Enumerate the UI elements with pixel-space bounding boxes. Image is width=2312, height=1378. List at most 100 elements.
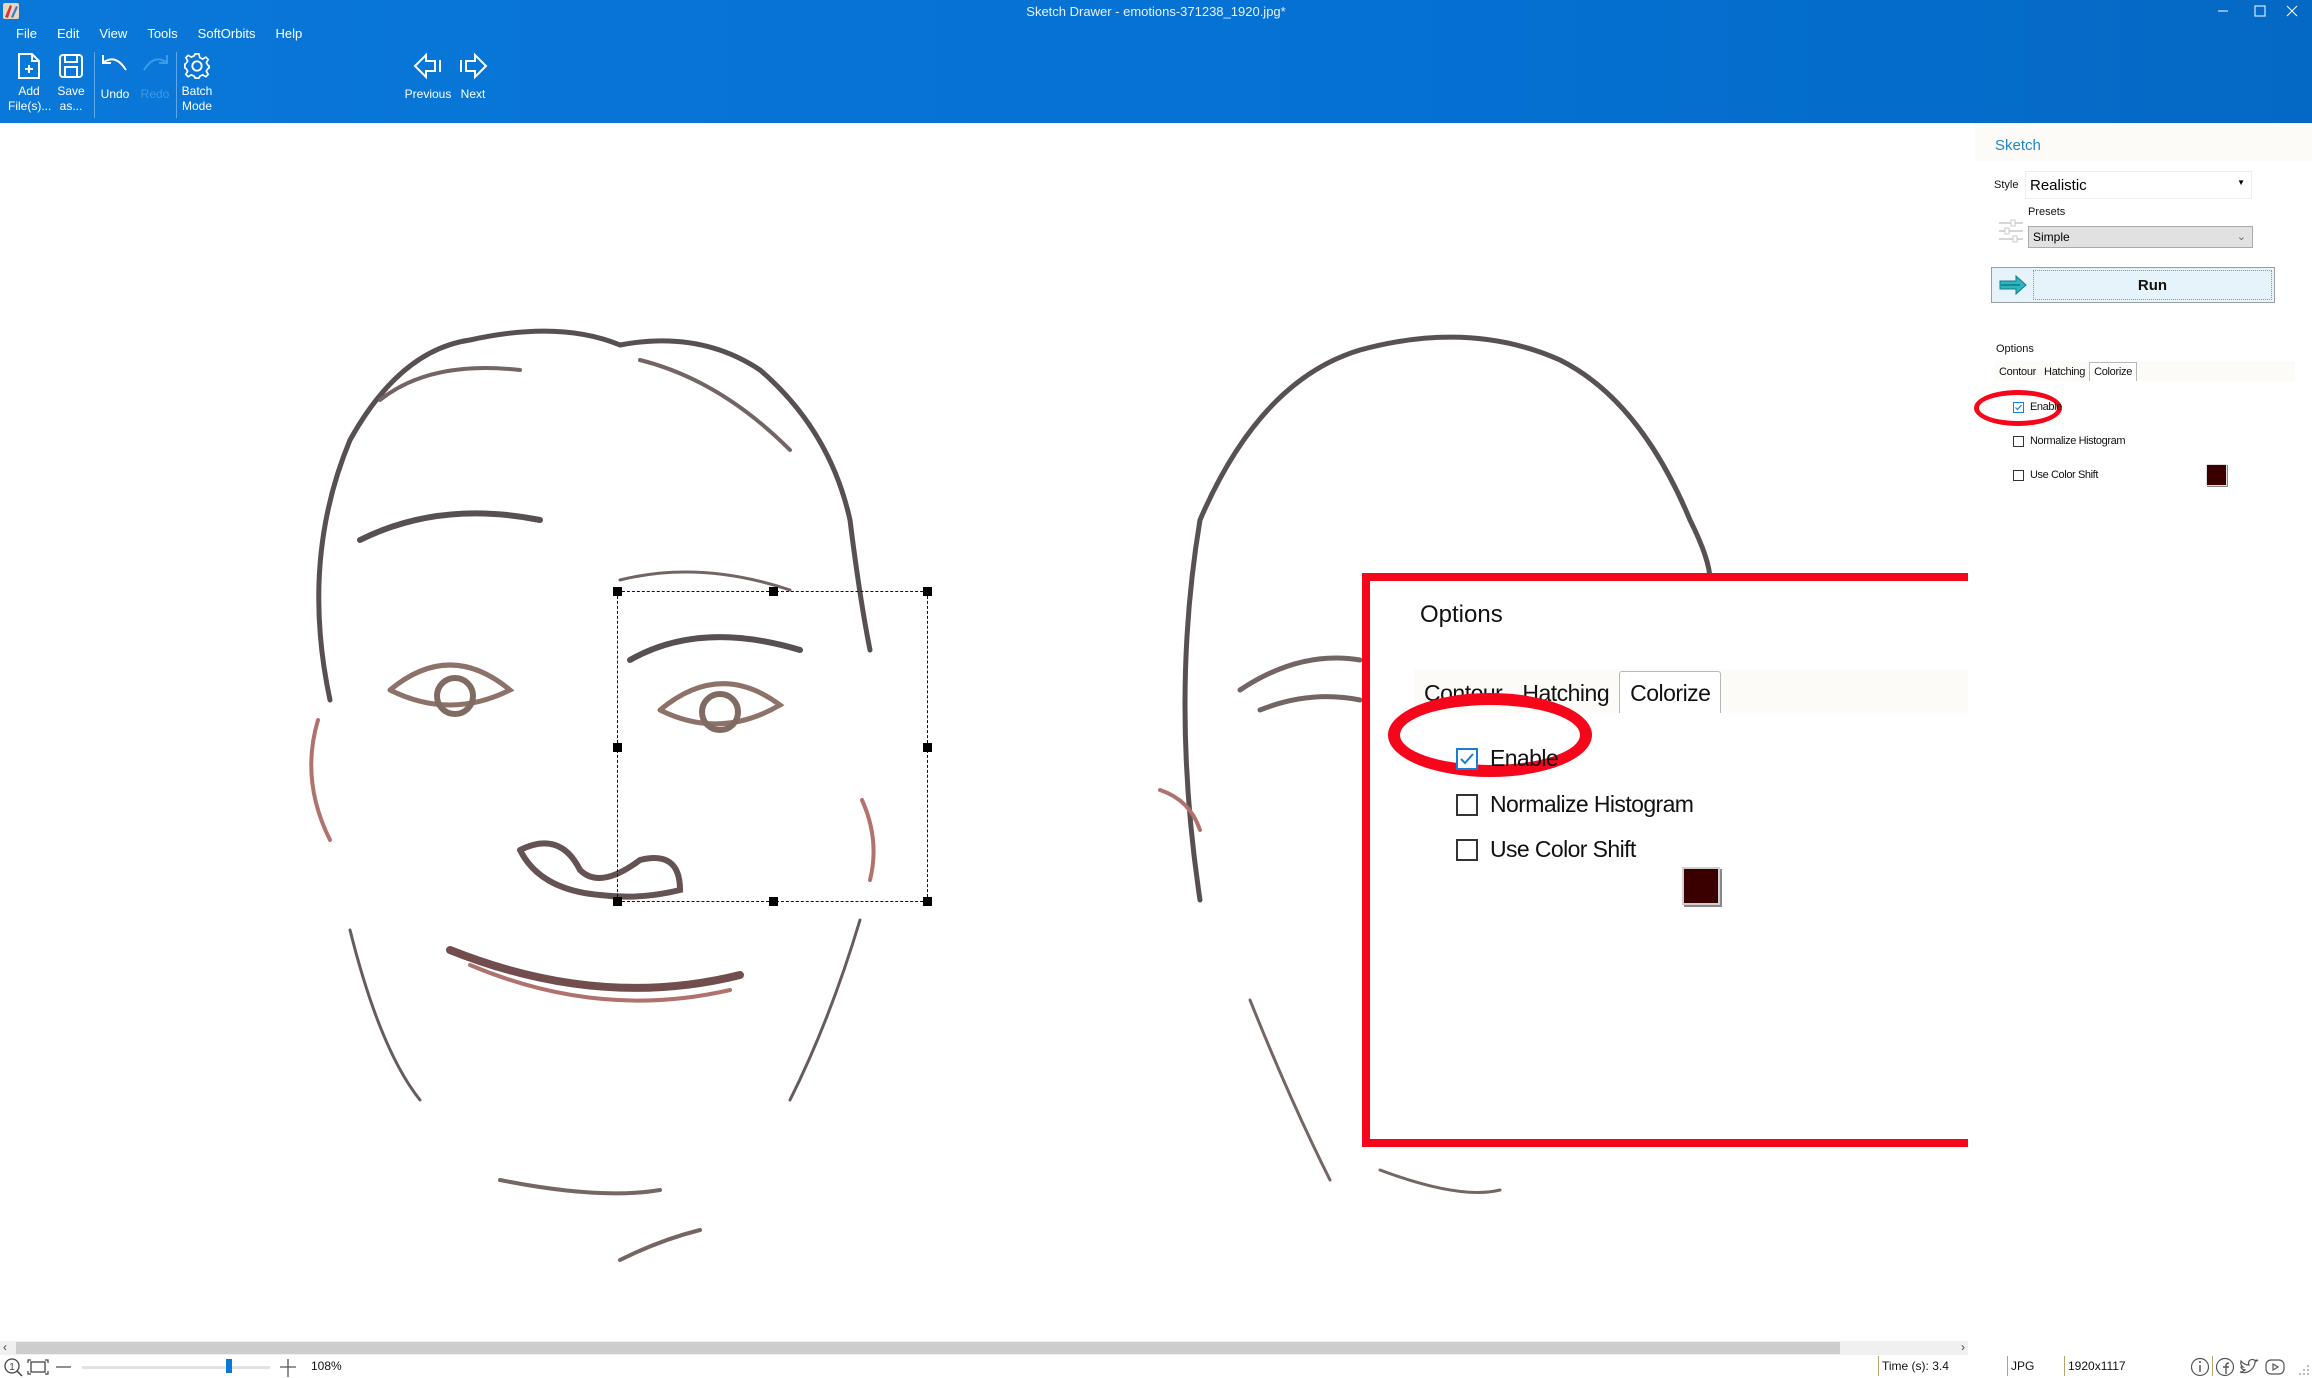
zoom-slider-thumb[interactable] bbox=[225, 1359, 232, 1373]
sketch-stroke bbox=[618, 570, 792, 592]
tab-hatching[interactable]: Hatching bbox=[2040, 366, 2089, 381]
presets-sliders-icon bbox=[1999, 219, 2023, 243]
undo-label: Undo bbox=[100, 87, 130, 101]
save-as-button[interactable]: Save as... bbox=[54, 52, 88, 114]
fit-to-window-icon[interactable] bbox=[27, 1359, 49, 1375]
redo-icon bbox=[143, 55, 168, 71]
style-label: Style bbox=[1994, 179, 2019, 191]
callout-normalize-histogram-checkbox[interactable]: Normalize Histogram bbox=[1456, 791, 1694, 818]
callout-enable-label: Enable bbox=[1490, 745, 1559, 771]
tab-colorize[interactable]: Colorize bbox=[2089, 362, 2138, 381]
callout-tab-colorize[interactable]: Colorize bbox=[1619, 671, 1722, 713]
resize-grip-icon[interactable] bbox=[2298, 1364, 2310, 1376]
callout-color-shift-checkbox[interactable]: Use Color Shift bbox=[1456, 836, 1636, 863]
options-callout-zoom: Options Contour Hatching Colorize Enable… bbox=[1362, 573, 1968, 1147]
enable-checkbox[interactable]: Enable bbox=[2013, 401, 2062, 413]
info-icon[interactable] bbox=[2190, 1357, 2210, 1377]
run-button[interactable]: Run bbox=[1991, 267, 2275, 303]
undo-button[interactable]: Undo bbox=[98, 52, 132, 102]
undo-icon bbox=[102, 55, 127, 71]
actual-size-zoom-icon[interactable]: 1 bbox=[3, 1357, 23, 1377]
resize-handle-top-right[interactable] bbox=[923, 587, 932, 596]
sketch-stroke bbox=[1158, 788, 1202, 832]
resize-handle-top-left[interactable] bbox=[613, 587, 622, 596]
use-color-shift-label: Use Color Shift bbox=[2030, 469, 2098, 481]
color-shift-swatch[interactable] bbox=[2206, 464, 2227, 486]
selection-rectangle[interactable] bbox=[613, 587, 932, 906]
run-label: Run bbox=[2033, 270, 2272, 300]
enable-label: Enable bbox=[2030, 401, 2062, 413]
tab-contour[interactable]: Contour bbox=[1995, 366, 2040, 381]
batch-mode-button[interactable]: Batch Mode bbox=[178, 52, 216, 114]
horizontal-scrollbar[interactable]: ‹ › bbox=[0, 1340, 1968, 1355]
youtube-icon[interactable] bbox=[2264, 1357, 2286, 1377]
options-label: Options bbox=[1996, 343, 2034, 355]
minimize-icon bbox=[2218, 10, 2228, 12]
scroll-right-arrow-icon[interactable]: › bbox=[1961, 1340, 1965, 1354]
facebook-icon[interactable] bbox=[2215, 1357, 2235, 1377]
scroll-left-arrow-icon[interactable]: ‹ bbox=[3, 1340, 7, 1354]
save-icon bbox=[59, 54, 83, 78]
callout-enable-checkbox[interactable]: Enable bbox=[1456, 745, 1559, 772]
status-bar: 1 108% Time (s): 3.4 JPG 1920x1117 bbox=[0, 1356, 2312, 1378]
status-divider bbox=[2007, 1356, 2008, 1376]
file-format: JPG bbox=[2011, 1359, 2035, 1373]
zoom-out-icon[interactable] bbox=[56, 1362, 72, 1372]
zoom-in-icon[interactable] bbox=[278, 1357, 298, 1377]
checkbox-unchecked-icon bbox=[1456, 793, 1478, 816]
run-arrow-icon bbox=[1999, 274, 2027, 296]
batch-mode-label-2: Mode bbox=[181, 99, 213, 113]
previous-button[interactable]: Previous bbox=[404, 52, 452, 102]
menu-help[interactable]: Help bbox=[273, 26, 311, 41]
sketch-stroke bbox=[1237, 655, 1363, 713]
sketch-stroke bbox=[378, 358, 792, 452]
resize-handle-bottom-left[interactable] bbox=[613, 897, 622, 906]
redo-button[interactable]: Redo bbox=[138, 52, 172, 102]
normalize-histogram-label: Normalize Histogram bbox=[2030, 435, 2126, 447]
twitter-icon[interactable] bbox=[2238, 1357, 2260, 1377]
presets-dropdown[interactable]: Simple ⌄ bbox=[2028, 226, 2253, 248]
resize-handle-left[interactable] bbox=[613, 743, 622, 752]
menu-edit[interactable]: Edit bbox=[55, 26, 88, 41]
save-as-label-1: Save bbox=[57, 84, 85, 98]
resize-handle-right[interactable] bbox=[923, 743, 932, 752]
style-value: Realistic bbox=[2030, 176, 2087, 194]
resize-handle-bottom-right[interactable] bbox=[923, 897, 932, 906]
add-files-label-2: File(s)... bbox=[8, 99, 52, 113]
scrollbar-thumb[interactable] bbox=[16, 1342, 1840, 1354]
window-title: Sketch Drawer - emotions-371238_1920.jpg… bbox=[1026, 4, 1286, 19]
batch-mode-label-1: Batch bbox=[181, 84, 213, 98]
status-divider bbox=[1878, 1356, 1879, 1376]
zoom-slider-track[interactable] bbox=[82, 1366, 270, 1369]
callout-color-swatch[interactable] bbox=[1682, 867, 1720, 905]
resize-handle-top[interactable] bbox=[769, 587, 778, 596]
next-label: Next bbox=[460, 87, 486, 101]
close-icon bbox=[2286, 5, 2298, 17]
next-arrow-icon bbox=[460, 52, 488, 80]
image-dimensions: 1920x1117 bbox=[2068, 1359, 2126, 1373]
checkbox-unchecked-icon bbox=[1456, 838, 1478, 861]
chevron-down-icon: ⌄ bbox=[2236, 231, 2246, 243]
close-button[interactable] bbox=[2270, 0, 2312, 22]
menu-view[interactable]: View bbox=[97, 26, 136, 41]
callout-options-title: Options bbox=[1420, 601, 1503, 628]
normalize-histogram-checkbox[interactable]: Normalize Histogram bbox=[2013, 435, 2125, 447]
checkbox-unchecked-icon bbox=[2013, 469, 2024, 481]
panel-title: Sketch bbox=[1995, 137, 2041, 154]
menu-file[interactable]: File bbox=[14, 26, 46, 41]
title-toolbar-area: Sketch Drawer - emotions-371238_1920.jpg… bbox=[0, 0, 2312, 123]
menu-tools[interactable]: Tools bbox=[145, 26, 186, 41]
status-divider bbox=[2212, 1356, 2213, 1376]
image-canvas[interactable]: Options Contour Hatching Colorize Enable… bbox=[0, 123, 1968, 1341]
use-color-shift-checkbox[interactable]: Use Color Shift bbox=[2013, 469, 2098, 481]
callout-color-shift-label: Use Color Shift bbox=[1490, 836, 1636, 862]
sketch-stroke bbox=[387, 662, 515, 708]
sketch-stroke bbox=[498, 1178, 702, 1262]
add-files-button[interactable]: Add File(s)... bbox=[8, 52, 52, 114]
menu-softorbits[interactable]: SoftOrbits bbox=[196, 26, 265, 41]
style-dropdown[interactable]: Realistic ▼ bbox=[2025, 171, 2252, 199]
next-button[interactable]: Next bbox=[456, 52, 490, 102]
callout-normalize-label: Normalize Histogram bbox=[1490, 791, 1694, 817]
presets-label: Presets bbox=[2028, 206, 2066, 218]
resize-handle-bottom[interactable] bbox=[769, 897, 778, 906]
